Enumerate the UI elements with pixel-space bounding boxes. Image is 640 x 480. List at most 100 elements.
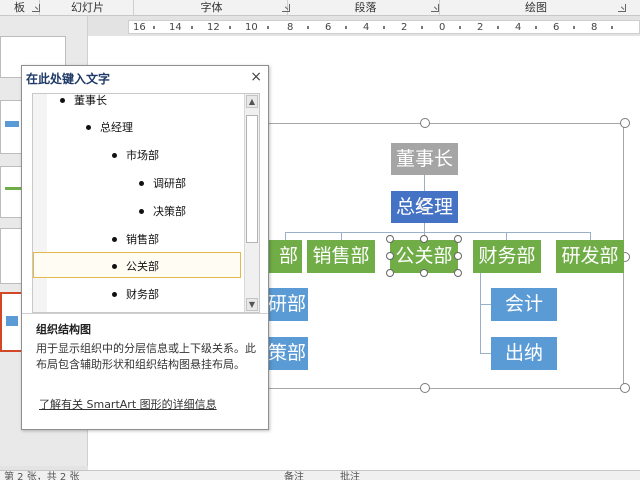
bullet-icon [112,236,117,242]
selection-handle[interactable] [454,235,462,243]
ribbon-group-labels: 板 幻灯片 字体 段落 绘图 [0,0,640,16]
ruler-tick [497,26,499,29]
connector-top-manager [424,175,425,191]
node-department-rnd[interactable]: 研发部 [556,240,624,273]
scroll-thumb[interactable] [246,115,258,243]
ruler-tick [611,26,613,29]
layout-description-title: 组织结构图 [36,323,91,336]
selection-handle[interactable] [454,269,462,277]
connector-finance-subs [480,273,481,353]
ribbon-group-paragraph: 段落 [292,0,440,16]
connector-dept-4 [506,232,507,240]
thumbnail-shape [5,187,21,190]
paragraph-launcher-icon[interactable] [431,4,439,12]
node-department-sales[interactable]: 销售部 [307,240,375,273]
rotate-handle-icon[interactable] [419,199,431,211]
horizontal-ruler[interactable]: 16 14 12 10 8 6 4 2 0 2 4 6 8 [128,20,640,34]
scroll-down-icon[interactable]: ▼ [246,298,258,311]
connector-dept-5 [590,232,591,240]
selection-handle[interactable] [386,235,394,243]
list-item-selected[interactable]: 公关部 [112,257,159,277]
connector-dept-2 [341,232,342,240]
list-item[interactable]: 销售部 [112,230,159,250]
bullet-icon [60,97,65,103]
node-chairman[interactable]: 董事长 [391,143,458,175]
list-item-text: 董事长 [74,94,107,107]
ruler-tick [229,26,231,29]
bullet-icon [112,291,117,297]
list-item-text: 财务部 [126,288,159,301]
ruler-tick [267,26,269,29]
ruler-number: 4 [515,22,522,33]
close-icon[interactable]: × [250,69,262,85]
thumbnail-shape [6,316,18,326]
ruler-number: 6 [325,22,332,33]
clipboard-launcher-icon[interactable] [32,4,40,12]
list-item[interactable]: 董事长 [60,94,107,111]
list-item[interactable]: 财务部 [112,285,159,305]
smartart-text-pane[interactable]: 在此处键入文字 × 董事长 总经理 市场部 调研部 决策部 销售部 公关部 财务… [21,65,269,430]
ruler-number: 6 [553,22,560,33]
list-item-text: 市场部 [126,149,159,162]
node-sub-accounting[interactable]: 会计 [491,288,557,321]
ribbon-group-drawing: 绘图 [525,1,547,14]
smartart-help-link[interactable]: 了解有关 SmartArt 图形的详细信息 [39,396,217,412]
list-item[interactable]: 决策部 [139,202,186,222]
notes-button[interactable]: 备注 [284,471,304,480]
bullet-icon [86,124,91,130]
list-gutter [33,94,47,312]
frame-handle-bottom[interactable] [420,383,430,393]
list-item-text: 公关部 [126,260,159,273]
ruler-number: 4 [363,22,370,33]
list-item[interactable]: 调研部 [139,174,186,194]
text-pane-divider [22,313,268,314]
font-launcher-icon[interactable] [282,4,290,12]
list-item[interactable]: 市场部 [112,146,159,166]
ruler-number: 12 [207,22,220,33]
selection-handle[interactable] [420,269,428,277]
selection-handle[interactable] [386,252,394,260]
bullet-icon [112,263,117,269]
selection-handle[interactable] [454,252,462,260]
bullet-icon [139,180,144,186]
ruler-tick [383,26,385,29]
node-department-finance[interactable]: 财务部 [473,240,541,273]
drawing-launcher-icon[interactable] [618,4,626,12]
selection-handle[interactable] [420,235,428,243]
node-sub-cashier[interactable]: 出纳 [491,337,557,370]
ruler-number: 14 [169,22,182,33]
list-item-text: 总经理 [100,121,133,134]
text-pane-list[interactable]: 董事长 总经理 市场部 调研部 决策部 销售部 公关部 财务部 ▲ ▼ [32,93,260,313]
frame-handle-top[interactable] [420,118,430,128]
slide-counter: 第 2 张，共 2 张 [4,472,80,480]
ruler-number: 8 [287,22,294,33]
ruler-tick [153,26,155,29]
ruler-number: 2 [401,22,408,33]
bullet-icon [112,152,117,158]
ruler-tick [191,26,193,29]
status-bar: 第 2 张，共 2 张 备注 批注 [0,470,640,480]
list-item-text: 调研部 [153,177,186,190]
ruler-number: 16 [133,22,146,33]
ruler-tick [345,26,347,29]
text-pane-title: 在此处键入文字 [26,72,111,86]
ribbon-group-slides: 幻灯片 [42,0,134,16]
thumbnail-shape [5,121,19,127]
frame-handle-bottom-right[interactable] [620,383,630,393]
comments-button[interactable]: 批注 [340,471,360,480]
frame-handle-top-right[interactable] [620,118,630,128]
selection-handle[interactable] [386,269,394,277]
text-pane-scrollbar[interactable]: ▲ ▼ [244,94,259,312]
ruler-tick [459,26,461,29]
list-item[interactable]: 总经理 [86,118,133,138]
connector-dept-1 [285,232,286,240]
connector-dept-bar [285,232,591,233]
ruler-tick [573,26,575,29]
ruler-tick [421,26,423,29]
ruler-tick [535,26,537,29]
scroll-up-icon[interactable]: ▲ [246,95,258,108]
ribbon-group-font: 字体 [136,0,288,16]
list-item-text: 销售部 [126,233,159,246]
ruler-number: 2 [477,22,484,33]
bullet-icon [139,208,144,214]
